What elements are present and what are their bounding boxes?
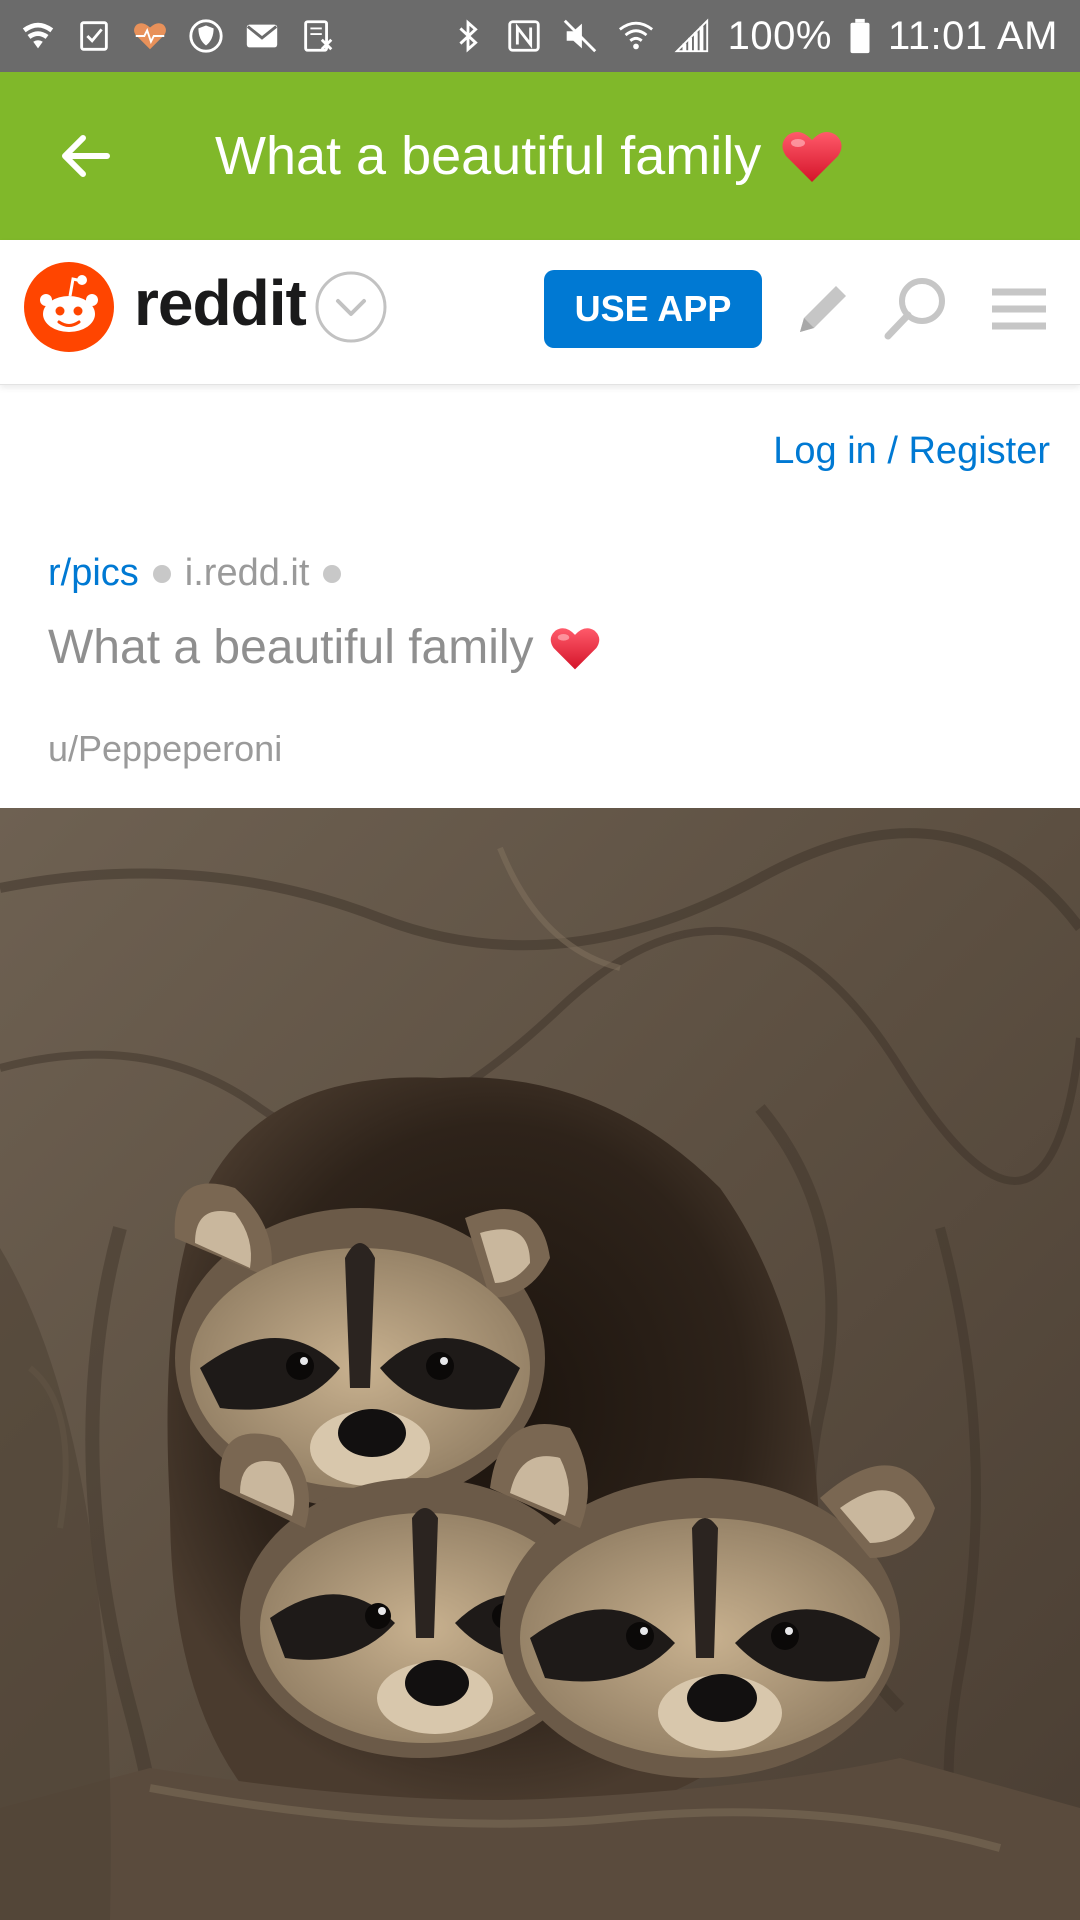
- reddit-logo-icon[interactable]: [24, 262, 114, 352]
- app-header: What a beautiful family: [0, 72, 1080, 240]
- post-meta: r/pics i.redd.it: [48, 552, 342, 595]
- use-app-button[interactable]: USE APP: [544, 270, 762, 348]
- signal-icon: [672, 16, 712, 56]
- mute-icon: [560, 16, 600, 56]
- back-button[interactable]: [30, 101, 140, 211]
- status-bar: 100% 11:01 AM: [0, 0, 1080, 72]
- heart-pulse-icon: [130, 16, 170, 56]
- reddit-wordmark[interactable]: reddit: [134, 266, 307, 340]
- domain-link[interactable]: i.redd.it: [185, 552, 310, 595]
- heart-emoji-icon: [779, 128, 845, 184]
- post-title: What a beautiful family: [48, 620, 602, 675]
- post-title-text: What a beautiful family: [48, 621, 534, 674]
- search-icon[interactable]: [880, 274, 950, 344]
- author-link[interactable]: u/Peppeperoni: [48, 728, 282, 770]
- wifi-icon: [616, 16, 656, 56]
- post-image[interactable]: [0, 808, 1080, 1920]
- page-title-text: What a beautiful family: [215, 126, 762, 186]
- mail-icon: [242, 16, 282, 56]
- subreddit-link[interactable]: r/pics: [48, 552, 139, 595]
- separator-dot: [323, 564, 342, 583]
- back-arrow-icon: [62, 135, 110, 177]
- status-left-icons: [18, 16, 338, 56]
- hamburger-menu-icon[interactable]: [984, 274, 1054, 344]
- pencil-icon[interactable]: [788, 274, 858, 344]
- battery-icon: [848, 16, 872, 56]
- heart-emoji-icon: [548, 625, 602, 671]
- security-shield-icon: [186, 16, 226, 56]
- bluetooth-icon: [448, 16, 488, 56]
- cardx-icon: [298, 16, 338, 56]
- page-title: What a beautiful family: [215, 125, 845, 187]
- wifi-shield-icon: [18, 16, 58, 56]
- chevron-down-icon[interactable]: [314, 270, 388, 344]
- login-register-link[interactable]: Log in / Register: [773, 430, 1050, 473]
- checkbox-icon: [74, 16, 114, 56]
- clock: 11:01 AM: [887, 13, 1058, 58]
- battery-percent: 100%: [727, 13, 832, 58]
- nfc-icon: [504, 16, 544, 56]
- reddit-header: reddit USE APP: [0, 240, 1080, 385]
- status-right-icons: 100% 11:01 AM: [448, 14, 1058, 59]
- separator-dot: [152, 564, 171, 583]
